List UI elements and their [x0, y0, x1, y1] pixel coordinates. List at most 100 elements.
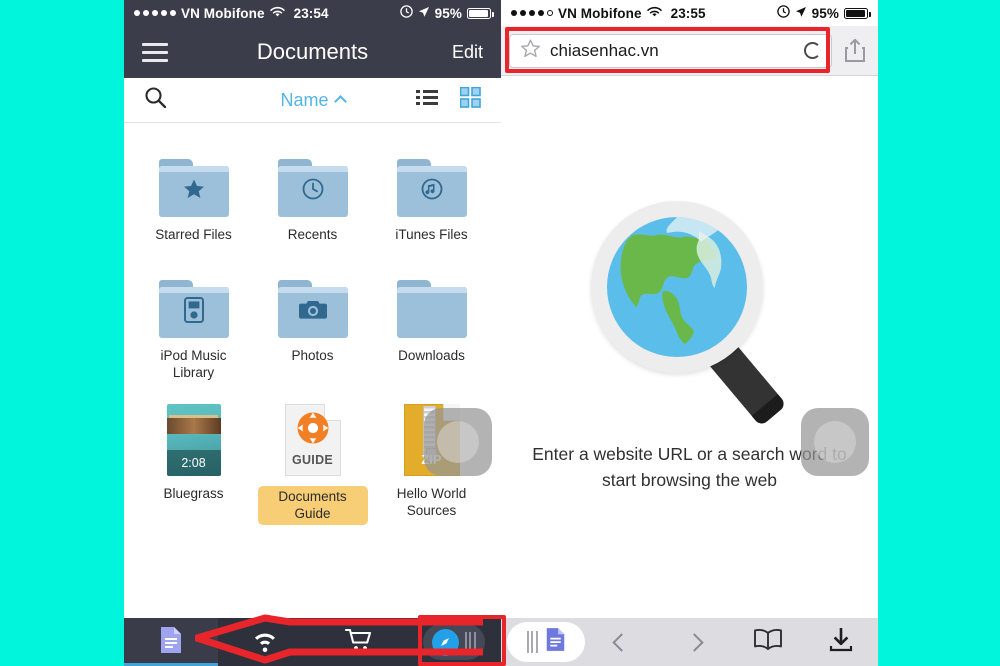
- ipod-icon: [183, 296, 204, 328]
- wifi-network-icon: [251, 627, 279, 658]
- duration-badge: 2:08: [166, 449, 221, 476]
- file-label: Hello World Sources: [396, 485, 467, 518]
- url-bar-row: chiasenhac.vn: [501, 26, 878, 76]
- file-label: Documents Guide: [257, 485, 368, 526]
- file-item-starred[interactable]: Starred Files: [134, 145, 253, 244]
- download-icon: [828, 627, 854, 657]
- file-label: iPod Music Library: [160, 347, 227, 380]
- file-item-recents[interactable]: Recents: [253, 145, 372, 244]
- battery-icon: [467, 7, 495, 19]
- url-value[interactable]: chiasenhac.vn: [550, 41, 795, 61]
- file-item-documents-guide[interactable]: GUIDE Documents Guide: [253, 403, 372, 526]
- location-arrow-icon: [418, 6, 430, 21]
- file-label: Bluegrass: [163, 485, 224, 501]
- file-label: Downloads: [398, 347, 465, 363]
- file-item-bluegrass[interactable]: 2:08 Bluegrass: [134, 403, 253, 526]
- clock-icon: [776, 5, 790, 21]
- sort-toolbar: Name: [124, 78, 501, 123]
- screenshot-stage: VN Mobifone 23:54 95% Documents Edit Nam…: [0, 0, 1000, 666]
- file-label: Photos: [291, 347, 334, 363]
- file-item-photos[interactable]: Photos: [253, 266, 372, 382]
- hamburger-icon[interactable]: [142, 42, 168, 62]
- location-arrow-icon: [795, 6, 807, 21]
- touch-indicator-right: [801, 408, 869, 476]
- signal-strength-icon: [511, 10, 553, 16]
- book-icon: [753, 628, 783, 657]
- file-item-downloads[interactable]: Downloads: [372, 266, 491, 382]
- browser-empty-state: Enter a website URL or a search word to …: [501, 76, 878, 618]
- handle-bars-icon: [526, 631, 538, 653]
- browser-toolbar: [501, 618, 878, 666]
- tab-browser[interactable]: [407, 618, 501, 666]
- document-file-icon: GUIDE: [284, 403, 341, 476]
- file-type-badge: GUIDE: [291, 452, 334, 467]
- document-icon: [545, 627, 566, 657]
- tab-network[interactable]: [218, 618, 312, 666]
- life-preserver-icon: [296, 411, 330, 450]
- file-label: Starred Files: [155, 227, 232, 242]
- reload-spinner-icon[interactable]: [804, 42, 821, 59]
- camera-icon: [298, 299, 328, 326]
- edit-button[interactable]: Edit: [452, 42, 483, 63]
- clock-icon: [301, 177, 325, 206]
- clock-icon: [399, 5, 413, 21]
- grid-view-icon[interactable]: [459, 86, 481, 113]
- music-note-icon: [420, 177, 444, 206]
- right-status-bar: VN Mobifone 23:55 95%: [501, 0, 878, 26]
- folder-icon: [158, 145, 229, 217]
- wifi-icon: [269, 6, 285, 21]
- left-tab-bar: [124, 618, 501, 666]
- url-input-field[interactable]: chiasenhac.vn: [509, 33, 832, 68]
- battery-icon: [844, 7, 872, 19]
- forward-button[interactable]: [658, 632, 731, 652]
- sort-label: Name: [280, 89, 329, 110]
- tab-handle-bars-icon: [464, 632, 476, 652]
- tab-store[interactable]: [313, 618, 407, 666]
- wifi-icon: [646, 6, 662, 21]
- left-nav-bar: Documents Edit: [124, 26, 501, 78]
- right-phone-panel: VN Mobifone 23:55 95% chiasenhac.vn Ente…: [501, 0, 878, 666]
- page-title: Documents: [256, 39, 369, 64]
- carrier-label: VN Mobifone: [181, 5, 265, 21]
- chevron-right-icon: [685, 632, 705, 652]
- folder-icon: [396, 145, 467, 217]
- share-button[interactable]: [840, 38, 870, 63]
- status-left-group: VN Mobifone 23:54: [134, 6, 329, 21]
- search-icon[interactable]: [144, 86, 167, 114]
- tab-documents[interactable]: [124, 618, 219, 666]
- folder-icon: [396, 266, 467, 338]
- file-item-itunes[interactable]: iTunes Files: [372, 145, 491, 244]
- status-right-group: 95%: [776, 5, 872, 21]
- status-clock: 23:54: [293, 5, 329, 21]
- folder-icon: [158, 266, 229, 338]
- status-right-group: 95%: [399, 5, 495, 21]
- signal-strength-icon: [134, 10, 176, 16]
- folder-icon: [277, 145, 348, 217]
- bookmarks-button[interactable]: [732, 628, 805, 657]
- compass-icon: [431, 628, 459, 656]
- downloads-button[interactable]: [805, 627, 878, 657]
- list-view-icon[interactable]: [416, 89, 438, 111]
- document-icon: [159, 626, 183, 659]
- back-button[interactable]: [585, 632, 658, 652]
- view-toggle-group: [416, 86, 481, 113]
- battery-percent-label: 95%: [434, 5, 462, 21]
- carrier-label: VN Mobifone: [558, 5, 642, 21]
- file-label: iTunes Files: [395, 227, 468, 242]
- chevron-left-icon: [612, 632, 631, 652]
- left-status-bar: VN Mobifone 23:54 95%: [124, 0, 501, 26]
- globe-icon: [606, 217, 747, 358]
- star-icon: [182, 177, 206, 206]
- touch-indicator-left: [424, 408, 492, 476]
- documents-button[interactable]: [507, 622, 585, 662]
- chevron-up-icon: [333, 95, 347, 108]
- file-item-ipod[interactable]: iPod Music Library: [134, 266, 253, 382]
- left-phone-panel: VN Mobifone 23:54 95% Documents Edit Nam…: [124, 0, 501, 666]
- status-left-group: VN Mobifone 23:55: [511, 6, 706, 21]
- file-label: Recents: [287, 227, 338, 242]
- shopping-cart-icon: [344, 628, 375, 657]
- status-clock: 23:55: [670, 5, 706, 21]
- media-thumbnail: 2:08: [166, 403, 221, 476]
- folder-icon: [277, 266, 348, 338]
- star-outline-icon[interactable]: [520, 38, 541, 64]
